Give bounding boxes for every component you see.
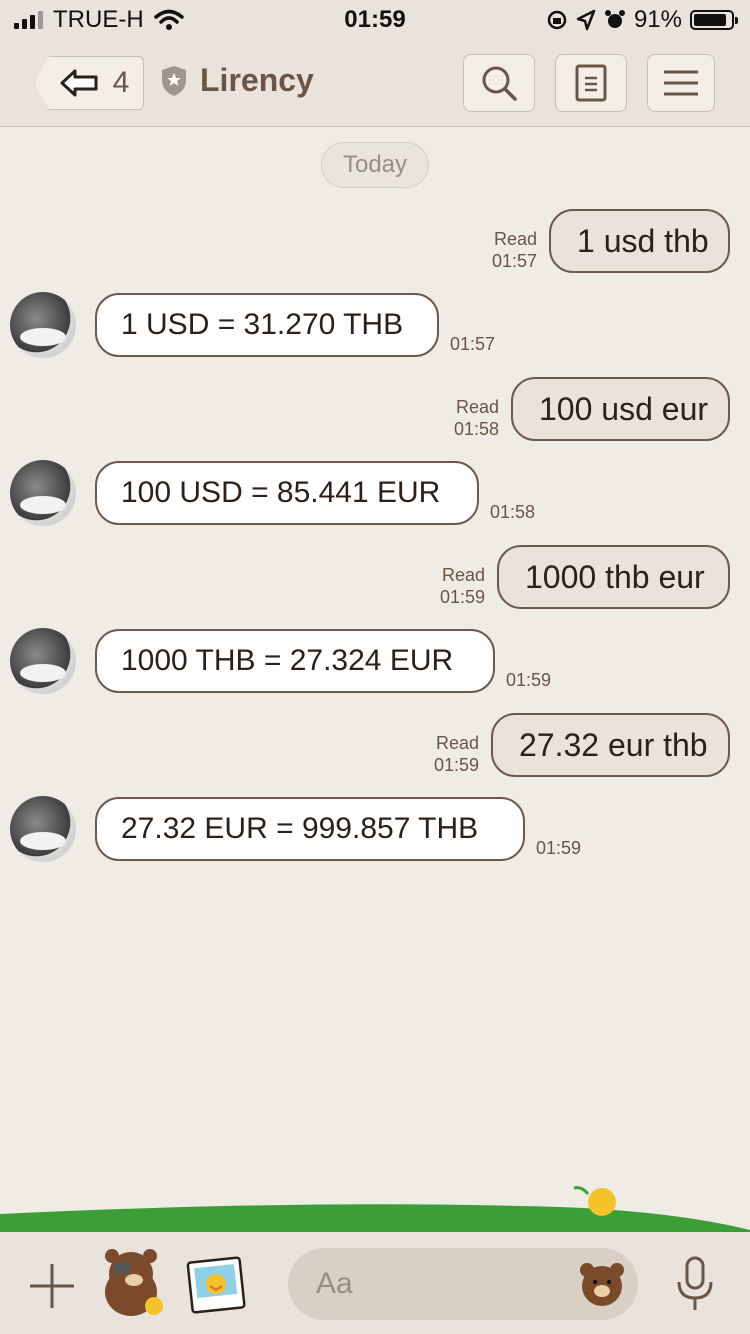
signal-icon <box>14 11 43 29</box>
message-time: 01:59 <box>506 670 552 690</box>
emoji-icon[interactable] <box>578 1261 626 1307</box>
message-meta: Read 01:58 <box>454 396 499 440</box>
incoming-bubble[interactable]: 1 USD = 31.270 THB <box>95 293 439 357</box>
avatar[interactable] <box>10 796 76 862</box>
outgoing-bubble[interactable]: 1 usd thb <box>549 209 730 273</box>
back-button[interactable]: 4 <box>34 56 144 110</box>
shield-star-icon <box>162 65 186 96</box>
read-receipt: Read <box>455 397 499 417</box>
avatar[interactable] <box>10 292 76 358</box>
alarm-icon <box>604 10 625 28</box>
notes-icon <box>575 64 607 102</box>
chat-title: Lirency <box>200 62 314 98</box>
battery-icon <box>690 10 738 30</box>
status-right: 91% <box>546 6 738 34</box>
title-group[interactable]: Lirency <box>160 62 314 99</box>
menu-button[interactable] <box>647 54 715 112</box>
carrier-group: TRUE-H <box>14 6 184 34</box>
search-button[interactable] <box>463 54 535 112</box>
search-icon <box>482 66 517 101</box>
read-receipt: Read <box>441 565 485 585</box>
message-time: 01:57 <box>491 251 537 271</box>
message-meta: Read 01:57 <box>492 228 537 272</box>
battery-fill <box>694 14 727 26</box>
carrier-name: TRUE-H <box>53 6 144 33</box>
read-receipt: Read <box>493 229 537 249</box>
message-time: 01:59 <box>439 587 485 607</box>
input-placeholder: Aa <box>316 1267 353 1300</box>
outgoing-bubble[interactable]: 1000 thb eur <box>497 545 730 609</box>
input-bar: Aa <box>0 1232 750 1334</box>
plus-icon[interactable] <box>28 1262 76 1310</box>
location-icon <box>576 9 596 31</box>
message-time: 01:59 <box>433 755 479 775</box>
hill-decoration <box>0 1186 750 1240</box>
battery-percent: 91% <box>633 6 682 33</box>
avatar[interactable] <box>10 628 76 694</box>
message-time: 01:58 <box>453 419 499 439</box>
date-divider: Today <box>321 142 429 188</box>
photo-sticker-icon[interactable] <box>186 1254 246 1314</box>
unread-count: 4 <box>112 66 130 99</box>
wifi-icon <box>153 9 184 30</box>
menu-icon <box>664 70 698 96</box>
outgoing-bubble[interactable]: 27.32 eur thb <box>491 713 730 777</box>
avatar[interactable] <box>10 460 76 526</box>
microphone-icon[interactable] <box>676 1256 714 1312</box>
incoming-bubble[interactable]: 100 USD = 85.441 EUR <box>95 461 479 525</box>
message-meta: Read 01:59 <box>440 564 485 608</box>
notes-button[interactable] <box>555 54 627 112</box>
lock-rotation-icon <box>547 10 567 30</box>
message-time: 01:59 <box>536 838 582 858</box>
outgoing-bubble[interactable]: 100 usd eur <box>511 377 730 441</box>
back-arrow-icon <box>60 69 98 97</box>
incoming-bubble[interactable]: 1000 THB = 27.324 EUR <box>95 629 495 693</box>
sally-character <box>588 1188 616 1216</box>
chat-header: 4 Lirency <box>0 40 750 127</box>
sticker-icon[interactable] <box>98 1248 168 1318</box>
message-time: 01:58 <box>490 502 536 522</box>
incoming-bubble[interactable]: 27.32 EUR = 999.857 THB <box>95 797 525 861</box>
message-meta: Read 01:59 <box>434 732 479 776</box>
read-receipt: Read <box>435 733 479 753</box>
status-bar: TRUE-H 01:59 91% <box>0 0 750 40</box>
message-time: 01:57 <box>450 334 496 354</box>
message-input[interactable]: Aa <box>288 1248 638 1320</box>
